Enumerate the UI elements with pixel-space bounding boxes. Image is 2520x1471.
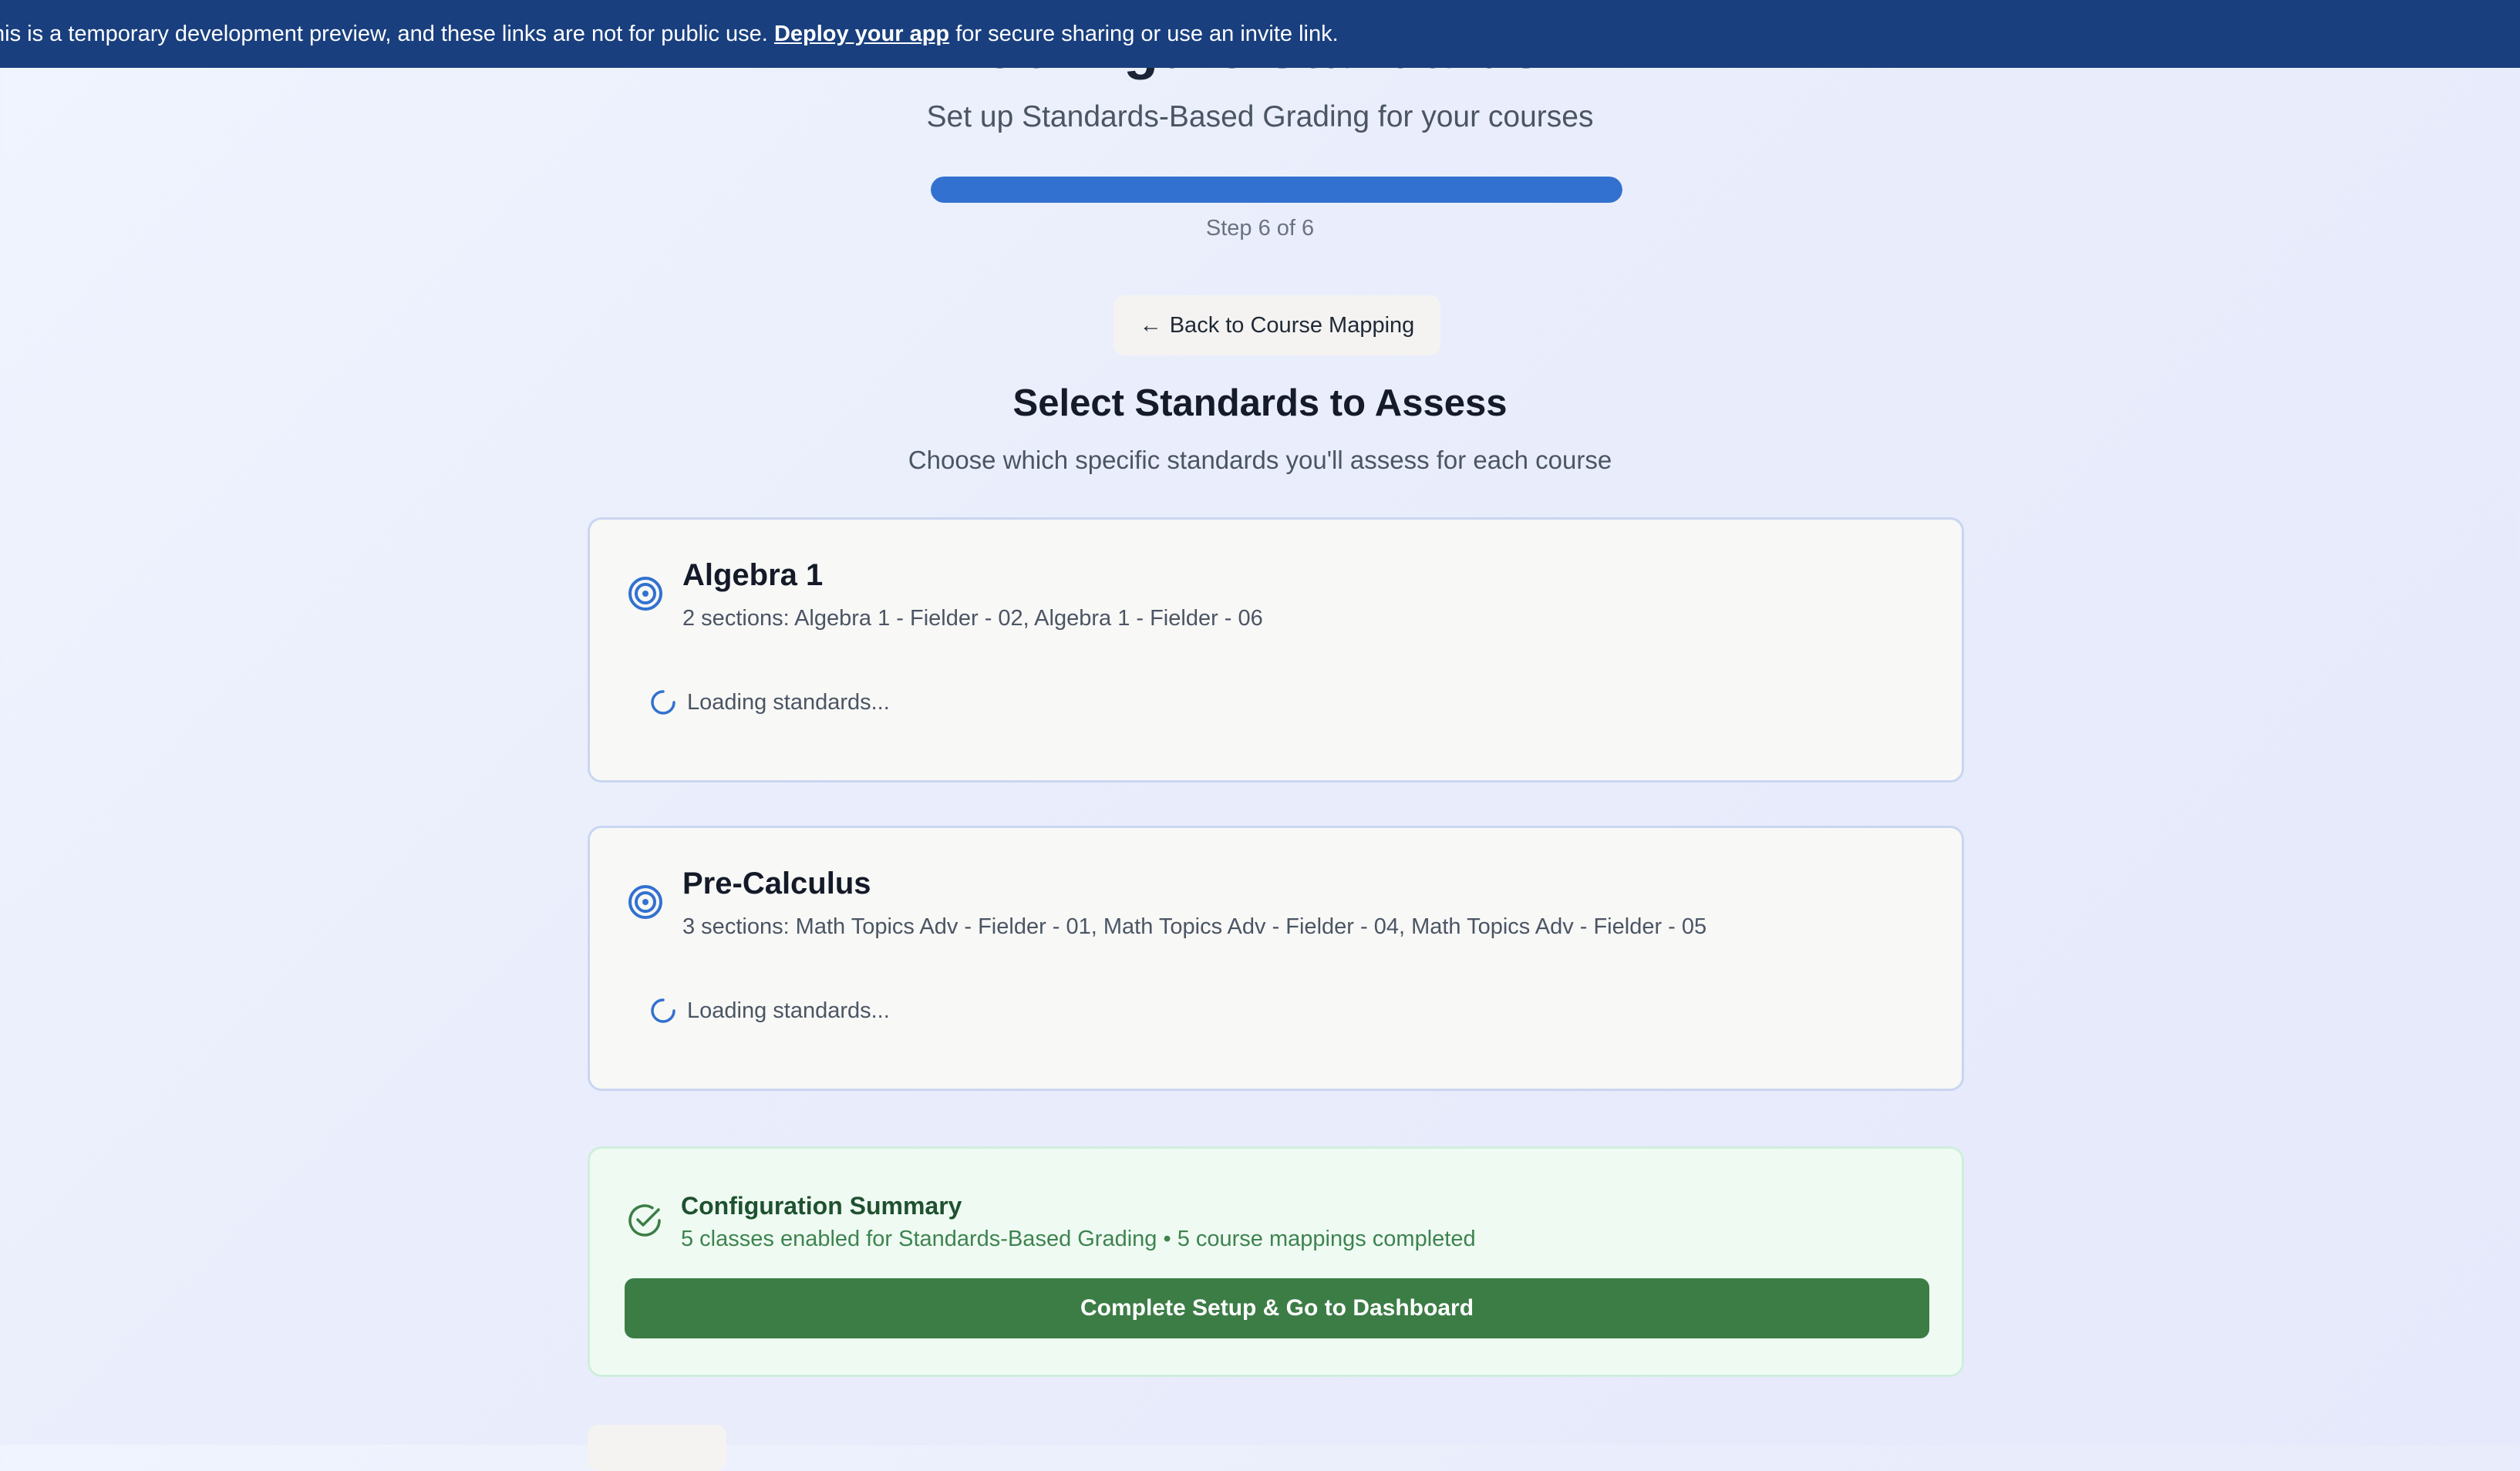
banner-text-end: for secure sharing or use an invite link… bbox=[955, 22, 1339, 46]
partially-visible-button[interactable] bbox=[588, 1425, 726, 1471]
course-card-pre-calculus: Pre-Calculus 3 sections: Math Topics Adv… bbox=[588, 826, 1964, 1091]
preview-banner: his is a temporary development preview, … bbox=[0, 0, 2520, 68]
complete-setup-button[interactable]: Complete Setup & Go to Dashboard bbox=[625, 1278, 1929, 1338]
banner-text: his is a temporary development preview, … bbox=[0, 22, 768, 46]
spinner-icon bbox=[651, 690, 675, 715]
back-to-course-mapping-button[interactable]: ← Back to Course Mapping bbox=[1113, 295, 1440, 355]
arrow-left-icon: ← bbox=[1139, 312, 1162, 338]
target-icon bbox=[628, 885, 662, 919]
summary-title: Configuration Summary bbox=[681, 1192, 962, 1220]
course-name: Algebra 1 bbox=[682, 558, 824, 592]
course-sections: 2 sections: Algebra 1 - Fielder - 02, Al… bbox=[682, 606, 1263, 631]
loading-indicator: Loading standards... bbox=[650, 689, 890, 715]
section-subtitle: Choose which specific standards you'll a… bbox=[908, 446, 1612, 474]
course-card-algebra-1: Algebra 1 2 sections: Algebra 1 - Fielde… bbox=[588, 517, 1964, 783]
loading-text: Loading standards... bbox=[687, 998, 890, 1023]
progress-bar bbox=[931, 177, 1622, 203]
target-icon bbox=[628, 577, 662, 611]
loading-text: Loading standards... bbox=[687, 689, 890, 715]
summary-detail: 5 classes enabled for Standards-Based Gr… bbox=[681, 1227, 1476, 1251]
course-sections: 3 sections: Math Topics Adv - Fielder - … bbox=[682, 914, 1707, 939]
progress-fill bbox=[931, 177, 1622, 203]
configuration-summary-card: Configuration Summary 5 classes enabled … bbox=[588, 1146, 1964, 1377]
step-label: Step 6 of 6 bbox=[1205, 216, 1315, 241]
page-subtitle: Set up Standards-Based Grading for your … bbox=[926, 100, 1594, 133]
course-name: Pre-Calculus bbox=[682, 867, 871, 900]
section-title: Select Standards to Assess bbox=[1012, 382, 1508, 424]
deploy-app-link[interactable]: Deploy your app bbox=[774, 22, 949, 46]
check-circle-icon bbox=[628, 1204, 661, 1237]
loading-indicator: Loading standards... bbox=[650, 998, 890, 1024]
spinner-icon bbox=[651, 998, 675, 1023]
back-button-label: Back to Course Mapping bbox=[1169, 312, 1415, 338]
